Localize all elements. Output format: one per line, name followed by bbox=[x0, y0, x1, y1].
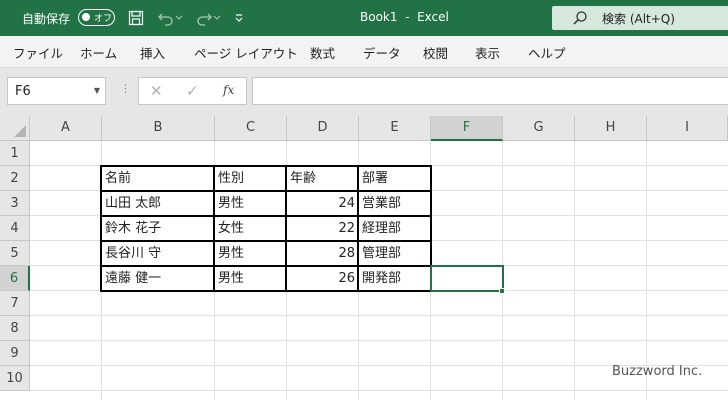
menu-home[interactable]: ホーム bbox=[80, 43, 117, 62]
formula-buttons: ✕ ✓ fx bbox=[138, 77, 247, 105]
cell-e4[interactable]: 経理部 bbox=[359, 216, 430, 241]
table-border bbox=[100, 215, 432, 217]
gridline bbox=[30, 315, 728, 316]
row-header-3[interactable]: 3 bbox=[0, 191, 30, 216]
table-border bbox=[100, 290, 432, 292]
menu-page-layout[interactable]: ページ レイアウト bbox=[194, 43, 298, 62]
name-box[interactable]: F6 ▼ bbox=[7, 77, 106, 105]
select-all-icon bbox=[14, 125, 26, 137]
worksheet-grid[interactable]: A B C D E F G H I 1 2 3 4 5 6 7 8 9 10 名… bbox=[0, 116, 728, 400]
formula-bar: F6 ▼ ⋮ ✕ ✓ fx bbox=[0, 68, 728, 116]
table-border bbox=[100, 190, 432, 192]
formula-input[interactable] bbox=[252, 77, 728, 105]
cell-e3[interactable]: 営業部 bbox=[359, 191, 430, 216]
cancel-icon[interactable]: ✕ bbox=[150, 82, 163, 100]
row-header-2[interactable]: 2 bbox=[0, 166, 30, 191]
gridline bbox=[646, 141, 647, 400]
table-border bbox=[100, 240, 432, 242]
row-header-5[interactable]: 5 bbox=[0, 241, 30, 266]
select-all-button[interactable] bbox=[0, 116, 30, 141]
menu-review[interactable]: 校閲 bbox=[423, 43, 448, 62]
gridline bbox=[30, 390, 728, 391]
cell-c3[interactable]: 男性 bbox=[215, 191, 286, 216]
table-border bbox=[285, 165, 287, 292]
cell-b3[interactable]: 山田 太郎 bbox=[102, 191, 214, 216]
cell-e6[interactable]: 開発部 bbox=[359, 266, 430, 291]
row-header-10[interactable]: 10 bbox=[0, 366, 30, 391]
column-header-b[interactable]: B bbox=[102, 116, 215, 141]
cell-d3[interactable]: 24 bbox=[287, 191, 358, 216]
cell-d4[interactable]: 22 bbox=[287, 216, 358, 241]
gridline bbox=[30, 340, 728, 341]
watermark: Buzzword Inc. bbox=[612, 364, 703, 379]
table-border bbox=[357, 165, 359, 292]
column-header-h[interactable]: H bbox=[575, 116, 647, 141]
row-header-4[interactable]: 4 bbox=[0, 216, 30, 241]
column-header-c[interactable]: C bbox=[215, 116, 287, 141]
cell-d6[interactable]: 26 bbox=[287, 266, 358, 291]
customize-toolbar-icon[interactable] bbox=[232, 8, 246, 28]
cell-b4[interactable]: 鈴木 花子 bbox=[102, 216, 214, 241]
autosave-toggle-label: オフ bbox=[94, 14, 113, 24]
undo-icon[interactable] bbox=[156, 8, 176, 28]
row-header-9[interactable]: 9 bbox=[0, 341, 30, 366]
table-border bbox=[213, 165, 215, 292]
column-header-a[interactable]: A bbox=[30, 116, 102, 141]
column-header-e[interactable]: E bbox=[359, 116, 431, 141]
save-icon[interactable] bbox=[126, 8, 146, 28]
cell-b5[interactable]: 長谷川 守 bbox=[102, 241, 214, 266]
more-icon[interactable]: ⋮ bbox=[120, 82, 131, 95]
chevron-down-icon[interactable]: ▼ bbox=[94, 86, 100, 95]
title-bar: 自動保存 オフ Book1 - Excel 検索 (Alt+Q) bbox=[0, 0, 728, 36]
active-cell-f6[interactable] bbox=[430, 265, 504, 292]
row-header-8[interactable]: 8 bbox=[0, 316, 30, 341]
table-border bbox=[100, 165, 102, 292]
menu-data[interactable]: データ bbox=[363, 43, 401, 62]
cell-c5[interactable]: 男性 bbox=[215, 241, 286, 266]
autosave-label: 自動保存 bbox=[22, 12, 71, 26]
column-header-f[interactable]: F bbox=[431, 116, 503, 141]
enter-icon[interactable]: ✓ bbox=[186, 82, 199, 100]
cell-d2[interactable]: 年齢 bbox=[287, 166, 358, 191]
gridline bbox=[574, 141, 575, 400]
search-placeholder: 検索 (Alt+Q) bbox=[602, 12, 675, 26]
column-header-d[interactable]: D bbox=[287, 116, 359, 141]
cell-e2[interactable]: 部署 bbox=[359, 166, 430, 191]
column-header-g[interactable]: G bbox=[503, 116, 575, 141]
table-border bbox=[100, 165, 432, 167]
menu-file[interactable]: ファイル bbox=[13, 43, 63, 62]
cell-c6[interactable]: 男性 bbox=[215, 266, 286, 291]
insert-function-icon[interactable]: fx bbox=[223, 83, 234, 97]
menu-bar: ファイル ホーム 挿入 ページ レイアウト 数式 データ 校閲 表示 ヘルプ bbox=[0, 36, 728, 68]
table-border bbox=[100, 265, 432, 267]
redo-icon[interactable] bbox=[194, 8, 214, 28]
cell-b2[interactable]: 名前 bbox=[102, 166, 214, 191]
menu-formulas[interactable]: 数式 bbox=[310, 43, 335, 62]
undo-dropdown-icon[interactable] bbox=[174, 8, 184, 28]
row-header-7[interactable]: 7 bbox=[0, 291, 30, 316]
cell-c4[interactable]: 女性 bbox=[215, 216, 286, 241]
row-header-1[interactable]: 1 bbox=[0, 141, 30, 166]
redo-dropdown-icon[interactable] bbox=[212, 8, 222, 28]
search-box[interactable]: 検索 (Alt+Q) bbox=[552, 6, 728, 30]
menu-view[interactable]: 表示 bbox=[475, 43, 500, 62]
search-icon bbox=[572, 10, 588, 30]
cell-d5[interactable]: 28 bbox=[287, 241, 358, 266]
toggle-knob bbox=[82, 13, 90, 21]
name-box-value: F6 bbox=[15, 84, 31, 99]
autosave-toggle[interactable]: オフ bbox=[78, 9, 115, 26]
row-header-6[interactable]: 6 bbox=[0, 266, 30, 291]
window-title: Book1 - Excel bbox=[360, 10, 449, 24]
menu-insert[interactable]: 挿入 bbox=[140, 43, 165, 62]
cell-c2[interactable]: 性別 bbox=[215, 166, 286, 191]
fill-handle[interactable] bbox=[499, 288, 505, 294]
column-header-i[interactable]: I bbox=[647, 116, 728, 141]
cell-b6[interactable]: 遠藤 健一 bbox=[102, 266, 214, 291]
menu-help[interactable]: ヘルプ bbox=[528, 43, 566, 62]
cell-e5[interactable]: 管理部 bbox=[359, 241, 430, 266]
